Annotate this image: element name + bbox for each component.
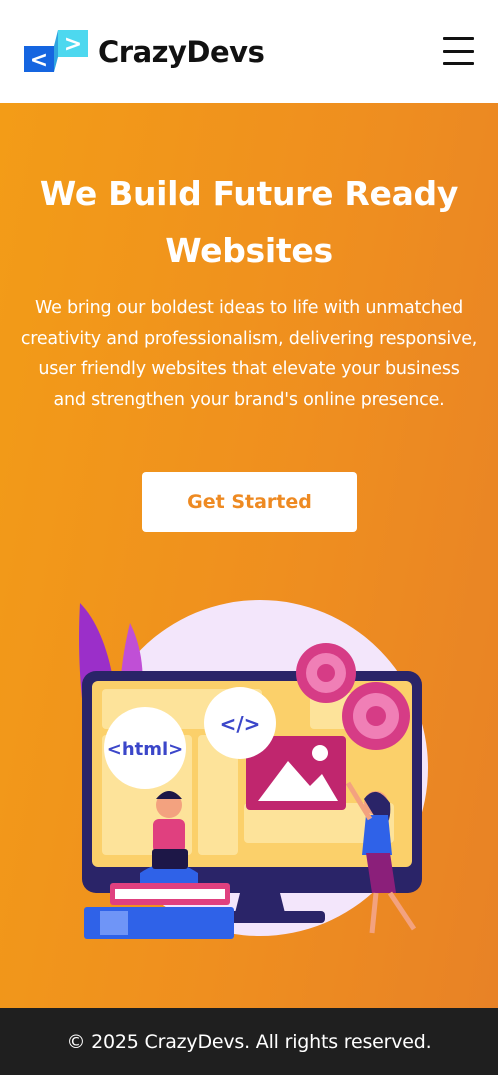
menu-bar-bottom bbox=[443, 62, 474, 65]
site-footer: © 2025 CrazyDevs. All rights reserved. bbox=[0, 1008, 498, 1075]
hero-title-line2: Websites bbox=[165, 231, 333, 270]
hero-section: We Build Future Ready Websites We bring … bbox=[0, 103, 498, 1008]
get-started-button[interactable]: Get Started bbox=[142, 472, 357, 532]
logo-right-glyph: > bbox=[64, 32, 82, 57]
logo-mark-icon: < > bbox=[24, 30, 88, 74]
hero-title: We Build Future Ready Websites bbox=[20, 165, 478, 279]
html-tag-label: <html> bbox=[107, 739, 184, 760]
menu-bar-top bbox=[443, 37, 474, 40]
brand-name: CrazyDevs bbox=[98, 35, 265, 69]
site-header: < > CrazyDevs bbox=[0, 0, 498, 103]
code-tag-label: </> bbox=[220, 712, 261, 736]
hero-title-line1: We Build Future Ready bbox=[39, 174, 459, 213]
web-development-illustration: <html> </> bbox=[70, 593, 430, 943]
hero-description: We bring our boldest ideas to life with … bbox=[20, 298, 478, 410]
hamburger-menu-icon[interactable] bbox=[443, 37, 475, 65]
copyright-text: © 2025 CrazyDevs. All rights reserved. bbox=[66, 1030, 432, 1053]
logo-left-glyph: < bbox=[30, 48, 48, 73]
menu-bar-middle bbox=[443, 49, 474, 53]
brand-logo[interactable]: < > CrazyDevs bbox=[24, 30, 265, 74]
